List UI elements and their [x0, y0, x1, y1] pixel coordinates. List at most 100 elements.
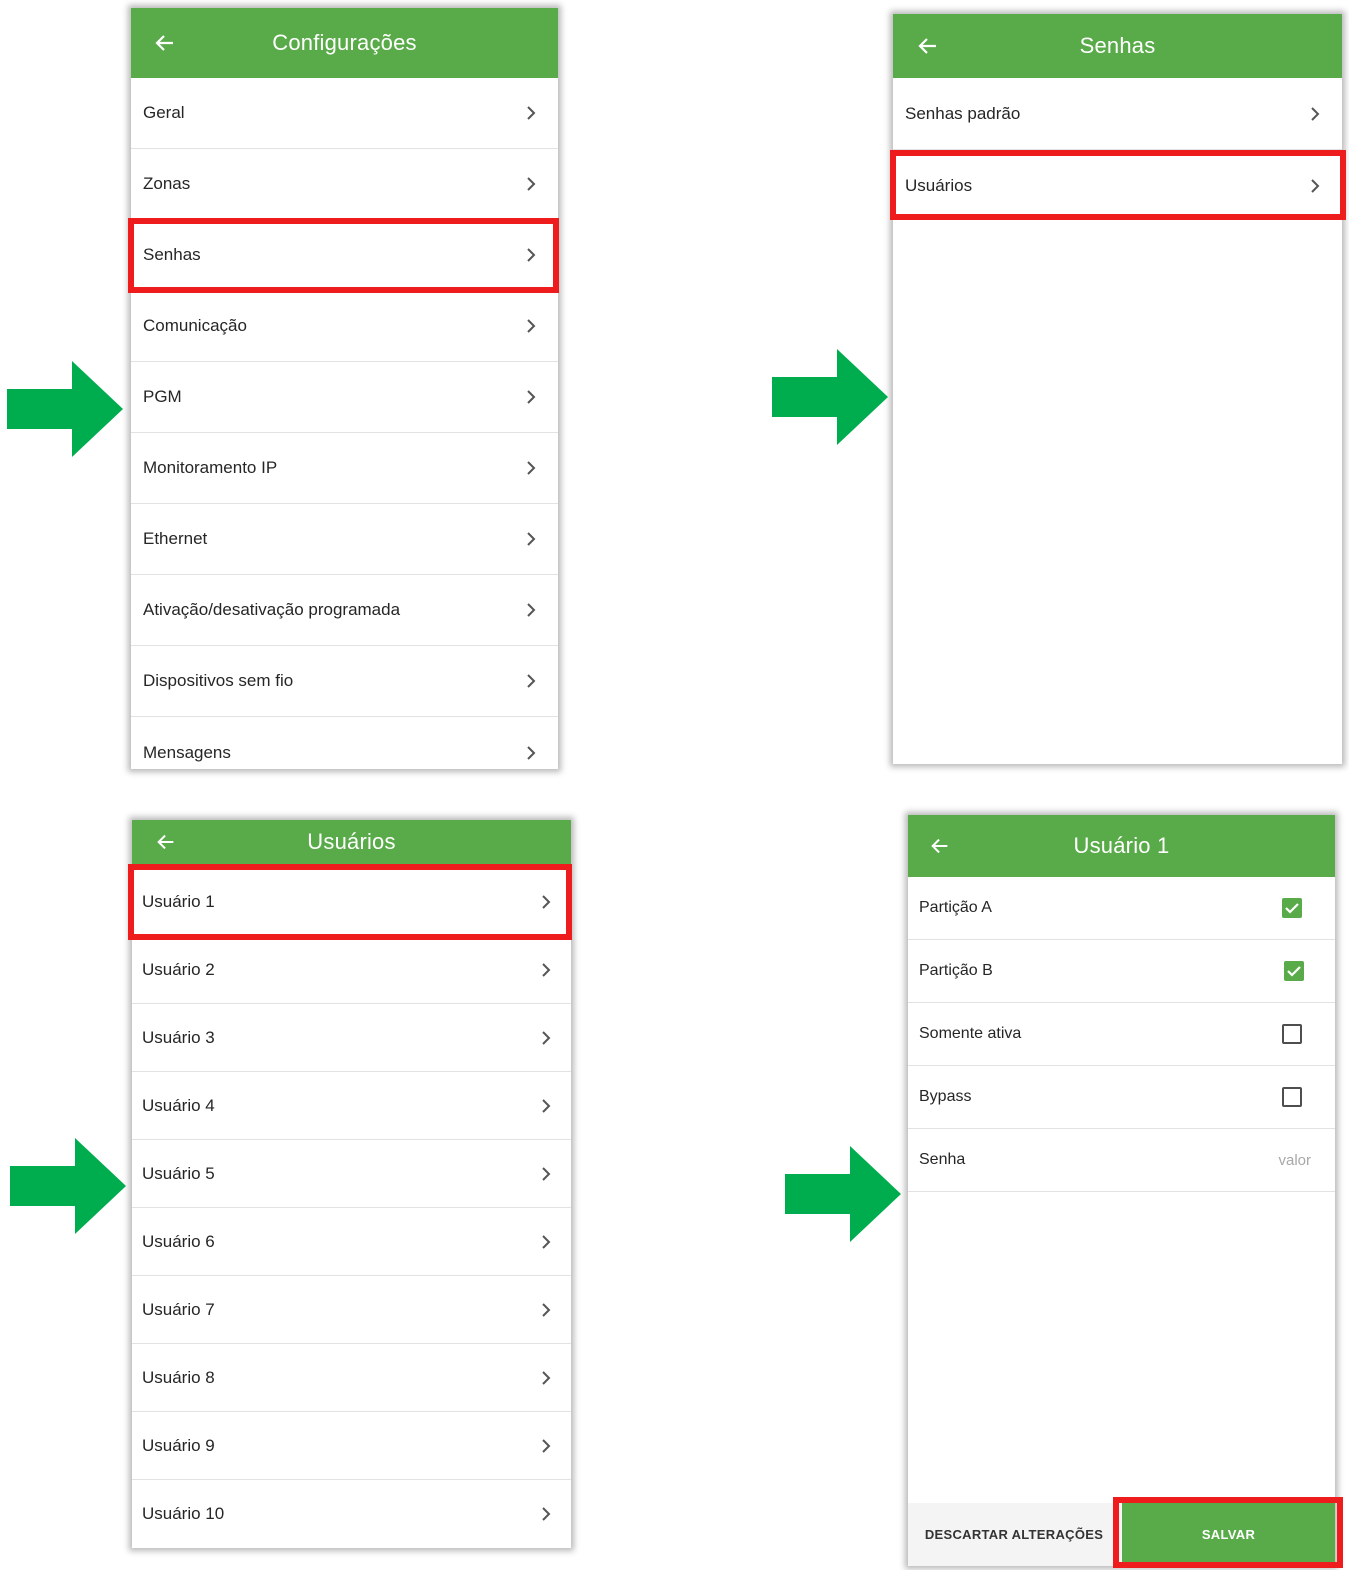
menu-item-label: Senhas: [143, 245, 201, 264]
menu-item-label: Senhas padrão: [905, 103, 1021, 123]
setting-label: Bypass: [919, 1088, 972, 1105]
setting-row-somente-ativa[interactable]: Somente ativa: [908, 1003, 1335, 1066]
list-item-usuario-5[interactable]: Usuário 5: [132, 1140, 571, 1208]
list-item-usuario-4[interactable]: Usuário 4: [132, 1072, 571, 1140]
discard-button[interactable]: DESCARTAR ALTERAÇÕES: [908, 1503, 1120, 1566]
list-item-usuario-3[interactable]: Usuário 3: [132, 1004, 571, 1072]
page-title: Usuário 1: [1073, 833, 1170, 858]
green-right-arrow: [7, 361, 123, 457]
menu-item-ethernet[interactable]: Ethernet: [131, 504, 558, 575]
save-button[interactable]: SALVAR: [1122, 1503, 1335, 1566]
chevron-right-icon: [539, 1302, 553, 1317]
setting-label: Partição A: [919, 899, 992, 916]
chevron-right-icon: [539, 1438, 553, 1453]
list-item-label: Usuário 4: [142, 1095, 215, 1115]
menu-item-label: Comunicação: [143, 316, 247, 335]
chevron-right-icon: [539, 1507, 553, 1521]
menu-item-label: Monitoramento IP: [143, 458, 278, 477]
chevron-right-icon: [524, 106, 538, 120]
chevron-right-icon: [524, 248, 538, 262]
page-title: Usuários: [307, 829, 396, 854]
chevron-right-icon: [524, 390, 538, 404]
setting-row-particao-b[interactable]: Partição B: [908, 940, 1335, 1003]
chevron-right-icon: [524, 532, 538, 546]
chevron-right-icon: [524, 745, 538, 760]
setting-row-particao-a[interactable]: Partição A: [908, 877, 1335, 940]
menu-item-usuarios[interactable]: Usuários: [893, 150, 1342, 222]
menu-item-mensagens[interactable]: Mensagens: [131, 717, 558, 769]
senhas-screen: Senhas Senhas padrão Usuários: [893, 14, 1342, 764]
menu-item-geral[interactable]: Geral: [131, 78, 558, 149]
menu-item-zonas[interactable]: Zonas: [131, 149, 558, 220]
list-item-label: Usuário 9: [142, 1435, 215, 1455]
green-right-arrow: [785, 1146, 901, 1242]
menu-item-pgm[interactable]: PGM: [131, 362, 558, 433]
chevron-right-icon: [524, 603, 538, 617]
usuario1-screen: Usuário 1 Partição A Partição B Somente …: [908, 815, 1335, 1566]
chevron-right-icon: [1308, 179, 1322, 193]
list-item-label: Usuário 10: [142, 1504, 225, 1523]
chevron-right-icon: [524, 177, 538, 191]
checkbox-particao-a[interactable]: [1282, 898, 1302, 918]
chevron-right-icon: [524, 319, 538, 333]
list-item-label: Usuário 5: [142, 1163, 215, 1183]
list-item-usuario-7[interactable]: Usuário 7: [132, 1276, 571, 1344]
checkbox-particao-b[interactable]: [1284, 961, 1304, 981]
config-app-bar: Configurações: [131, 8, 558, 78]
checkbox-bypass[interactable]: [1282, 1087, 1302, 1107]
setting-label: Somente ativa: [919, 1025, 1022, 1042]
chevron-right-icon: [539, 1234, 553, 1249]
chevron-right-icon: [1308, 106, 1322, 121]
chevron-right-icon: [524, 674, 538, 688]
list-item-usuario-9[interactable]: Usuário 9: [132, 1412, 571, 1480]
menu-item-label: Geral: [143, 103, 185, 122]
list-item-usuario-6[interactable]: Usuário 6: [132, 1208, 571, 1276]
menu-item-senhas[interactable]: Senhas: [131, 220, 558, 291]
menu-item-label: Zonas: [143, 174, 191, 193]
senhas-app-bar: Senhas: [893, 14, 1342, 78]
list-item-label: Usuário 6: [142, 1231, 215, 1251]
green-right-arrow: [10, 1138, 126, 1234]
list-item-label: Usuário 2: [142, 959, 215, 979]
green-right-arrow: [772, 349, 888, 445]
menu-item-ativacao-programada[interactable]: Ativação/desativação programada: [131, 575, 558, 646]
checkbox-somente-ativa[interactable]: [1282, 1024, 1302, 1044]
menu-item-label: Ethernet: [143, 529, 208, 548]
chevron-right-icon: [539, 1030, 553, 1045]
menu-item-label: Usuários: [905, 176, 973, 195]
setting-row-senha[interactable]: Senha valor: [908, 1129, 1335, 1192]
list-item-label: Usuário 7: [142, 1299, 215, 1319]
setting-row-bypass[interactable]: Bypass: [908, 1066, 1335, 1129]
list-item-usuario-2[interactable]: Usuário 2: [132, 936, 571, 1004]
list-item-label: Usuário 8: [142, 1367, 215, 1387]
setting-label: Partição B: [919, 962, 993, 979]
menu-item-monitoramento-ip[interactable]: Monitoramento IP: [131, 433, 558, 504]
menu-item-label: Dispositivos sem fio: [143, 671, 294, 690]
usuarios-app-bar: Usuários: [132, 820, 571, 864]
menu-item-label: Mensagens: [143, 742, 231, 762]
chevron-right-icon: [539, 962, 553, 977]
chevron-right-icon: [524, 461, 538, 475]
list-item-usuario-10[interactable]: Usuário 10: [132, 1480, 571, 1548]
chevron-right-icon: [539, 894, 553, 909]
usuarios-screen: Usuários Usuário 1 Usuário 2 Usuário 3 U…: [132, 820, 571, 1548]
menu-item-dispositivos-sem-fio[interactable]: Dispositivos sem fio: [131, 646, 558, 717]
chevron-right-icon: [539, 1370, 553, 1385]
menu-item-comunicacao[interactable]: Comunicação: [131, 291, 558, 362]
menu-item-label: PGM: [143, 387, 182, 406]
password-input[interactable]: valor: [1278, 1152, 1311, 1169]
list-item-label: Usuário 1: [142, 891, 215, 911]
list-item-label: Usuário 3: [142, 1027, 215, 1047]
chevron-right-icon: [539, 1166, 553, 1181]
usuario1-app-bar: Usuário 1: [908, 815, 1335, 877]
setting-label: Senha: [919, 1151, 966, 1168]
menu-item-senhas-padrao[interactable]: Senhas padrão: [893, 78, 1342, 150]
checkmark-icon: [1287, 966, 1301, 977]
checkmark-icon: [1285, 903, 1299, 914]
config-screen: Configurações Geral Zonas Senhas Comunic…: [131, 8, 558, 769]
chevron-right-icon: [539, 1098, 553, 1113]
bottom-action-bar: DESCARTAR ALTERAÇÕES SALVAR: [908, 1503, 1335, 1566]
list-item-usuario-8[interactable]: Usuário 8: [132, 1344, 571, 1412]
page-title: Senhas: [1079, 33, 1156, 58]
list-item-usuario-1[interactable]: Usuário 1: [132, 868, 571, 936]
